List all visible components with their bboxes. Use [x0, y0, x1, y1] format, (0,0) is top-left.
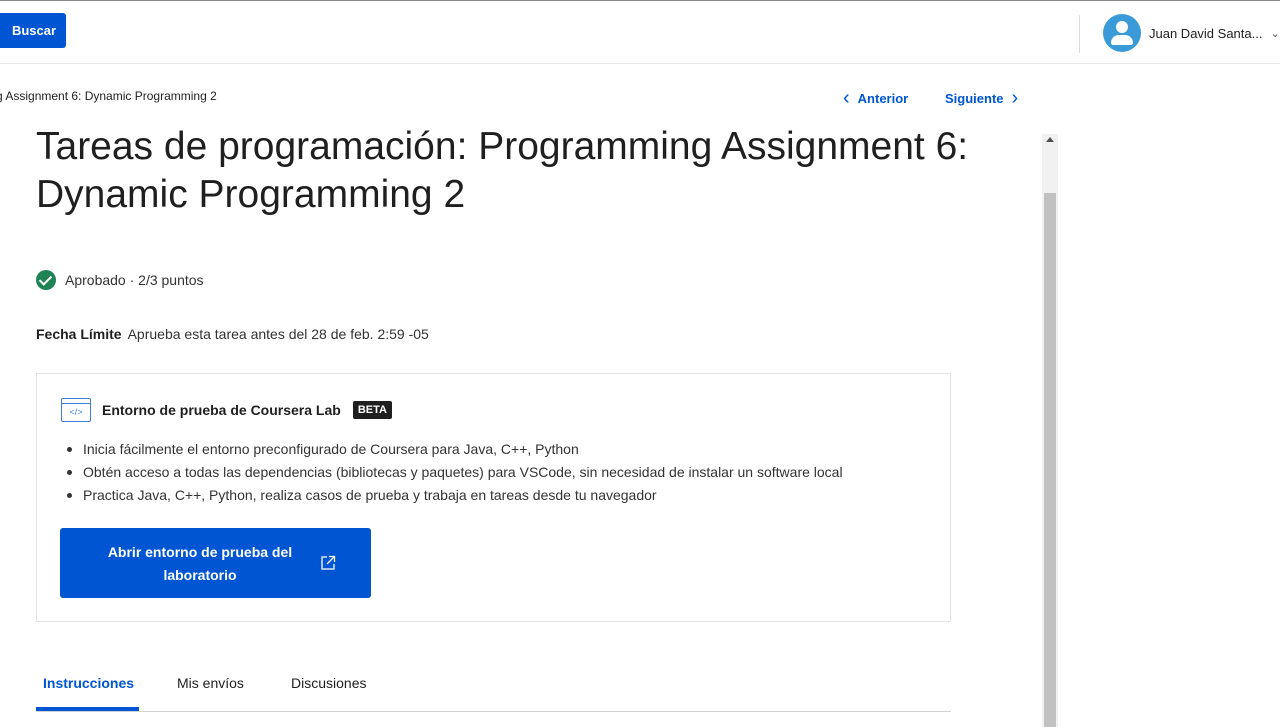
- tab-discusiones[interactable]: Discusiones: [291, 675, 366, 691]
- lab-title: Entorno de prueba de Coursera Lab: [102, 402, 341, 418]
- active-tab-indicator: [36, 707, 139, 711]
- header-divider: [1079, 15, 1080, 53]
- chevron-down-icon[interactable]: ⌄: [1270, 27, 1279, 40]
- lab-card: </> Entorno de prueba de Coursera Lab BE…: [36, 373, 951, 622]
- previous-link[interactable]: ‹ Anterior: [843, 88, 908, 108]
- list-item: Practica Java, C++, Python, realiza caso…: [65, 484, 843, 507]
- content-tabs: Instrucciones Mis envíos Discusiones: [36, 674, 951, 712]
- grade-status: Aprobado · 2/3 puntos: [36, 270, 204, 290]
- list-item: Inicia fácilmente el entorno preconfigur…: [65, 438, 843, 461]
- list-item: Obtén acceso a todas las dependencias (b…: [65, 461, 843, 484]
- next-link[interactable]: Siguiente ›: [945, 88, 1018, 108]
- deadline-label: Fecha Límite: [36, 326, 122, 342]
- lab-header: </> Entorno de prueba de Coursera Lab BE…: [61, 398, 392, 422]
- open-lab-button-label: Abrir entorno de prueba del laboratorio: [107, 544, 293, 583]
- deadline: Fecha Límite Aprueba esta tarea antes del…: [36, 326, 429, 342]
- status-text: Aprobado · 2/3 puntos: [65, 272, 204, 288]
- external-link-icon: [321, 555, 336, 570]
- top-bar: Buscar Juan David Santa... ⌄: [0, 0, 1280, 64]
- lab-feature-list: Inicia fácilmente el entorno preconfigur…: [65, 438, 843, 507]
- scroll-up-arrow-icon[interactable]: [1046, 137, 1054, 142]
- chevron-left-icon: ‹: [843, 87, 850, 109]
- breadcrumb[interactable]: g Assignment 6: Dynamic Programming 2: [0, 89, 217, 103]
- beta-badge: BETA: [352, 401, 392, 419]
- tab-mis-envios[interactable]: Mis envíos: [177, 675, 244, 691]
- deadline-text: Aprueba esta tarea antes del 28 de feb. …: [127, 326, 429, 342]
- user-name: Juan David Santa...: [1149, 25, 1263, 41]
- chevron-right-icon: ›: [1011, 87, 1019, 109]
- code-window-icon: </>: [61, 398, 91, 422]
- scrollbar[interactable]: [1042, 134, 1058, 727]
- avatar-icon: [1103, 14, 1141, 52]
- previous-label: Anterior: [857, 90, 909, 106]
- next-label: Siguiente: [945, 90, 1004, 106]
- page-title: Tareas de programación: Programming Assi…: [36, 125, 969, 216]
- open-lab-button[interactable]: Abrir entorno de prueba del laboratorio: [60, 528, 371, 598]
- scroll-thumb[interactable]: [1044, 193, 1056, 727]
- check-circle-icon: [36, 270, 56, 290]
- tab-instrucciones[interactable]: Instrucciones: [43, 675, 134, 691]
- user-menu[interactable]: Juan David Santa... ⌄: [1103, 14, 1280, 52]
- search-button[interactable]: Buscar: [0, 13, 66, 48]
